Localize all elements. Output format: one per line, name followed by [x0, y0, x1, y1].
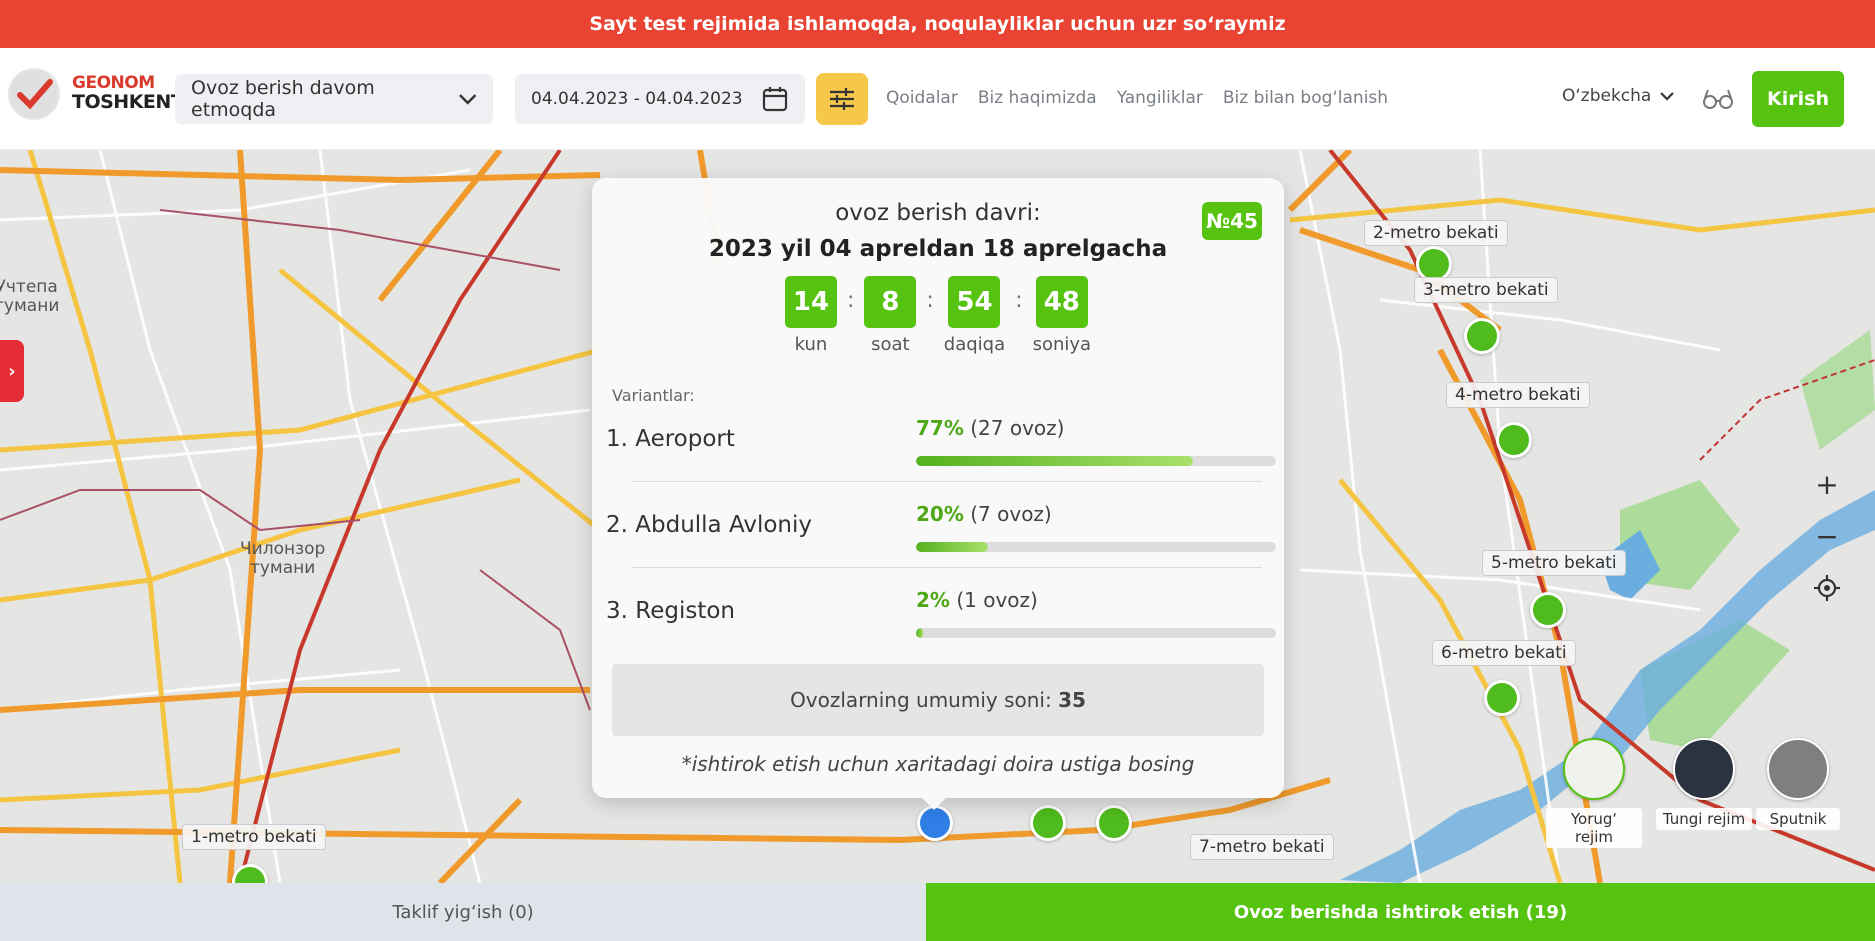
period-dates: 2023 yil 04 apreldan 18 aprelgacha	[708, 236, 1168, 262]
station-marker[interactable]	[1030, 805, 1066, 841]
countdown-minutes: 54 daqiqa	[944, 276, 1005, 355]
district-label: Чилонзор тумани	[240, 539, 326, 578]
option-result: 20% (7 ovoz)	[916, 502, 1052, 526]
total-votes: Ovozlarning umumiy soni: 35	[612, 664, 1264, 736]
divider	[632, 567, 1262, 568]
station-label: 5-metro bekati	[1482, 550, 1626, 576]
vote-option[interactable]: 3. Registon 2% (1 ovoz)	[606, 572, 1276, 656]
date-range-picker[interactable]: 04.04.2023 - 04.04.2023	[515, 74, 805, 124]
voting-status-value: Ovoz berish davom etmoqda	[191, 77, 375, 121]
station-label: 7-metro bekati	[1190, 834, 1334, 860]
nav-about[interactable]: Biz haqimizda	[978, 88, 1097, 108]
option-progress-bar	[916, 628, 1276, 638]
sidebar-toggle[interactable]: ›	[0, 340, 24, 402]
bottom-bar: Taklif yig‘ish (0) Ovoz berishda ishtiro…	[0, 883, 1875, 941]
station-label: 6-metro bekati	[1432, 640, 1576, 666]
countdown-separator: :	[846, 288, 855, 313]
period-label: ovoz berish davri:	[835, 200, 1041, 226]
district-label: Учтепа тумани	[0, 277, 60, 316]
main-nav: Qoidalar Biz haqimizda Yangiliklar Biz b…	[886, 88, 1388, 108]
option-name: 1. Aeroport	[606, 426, 735, 452]
zoom-out-button[interactable]: −	[1809, 518, 1845, 554]
station-label: 2-metro bekati	[1364, 220, 1508, 246]
zoom-in-button[interactable]: +	[1809, 466, 1845, 502]
plus-icon: +	[1815, 467, 1839, 501]
chevron-down-icon	[458, 94, 476, 105]
divider	[632, 481, 1262, 482]
option-result: 77% (27 ovoz)	[916, 416, 1065, 440]
crosshair-icon	[1814, 575, 1840, 601]
voting-status-select[interactable]: Ovoz berish davom etmoqda	[175, 74, 493, 124]
sliders-icon	[830, 88, 854, 110]
header: GEONOM TOSHKENT Ovoz berish davom etmoqd…	[0, 48, 1875, 150]
nav-rules[interactable]: Qoidalar	[886, 88, 958, 108]
voting-tab[interactable]: Ovoz berishda ishtirok etish (19)	[926, 883, 1875, 941]
chevron-right-icon: ›	[8, 360, 16, 382]
logo-check-icon	[8, 68, 60, 120]
station-label: 3-metro bekati	[1414, 277, 1558, 303]
station-marker[interactable]	[1496, 422, 1532, 458]
card-pointer	[920, 796, 948, 810]
option-result: 2% (1 ovoz)	[916, 588, 1038, 612]
light-map-thumbnail	[1563, 738, 1625, 800]
layer-dark[interactable]: Tungi rejim	[1656, 738, 1752, 830]
countdown-timer: 14 kun : 8 soat : 54 daqiqa : 48 soniya	[592, 276, 1284, 355]
station-marker[interactable]	[1484, 680, 1520, 716]
vote-option[interactable]: 2. Abdulla Avloniy 20% (7 ovoz)	[606, 486, 1276, 570]
option-progress-bar	[916, 542, 1276, 552]
station-label: 4-metro bekati	[1446, 382, 1590, 408]
layer-satellite[interactable]: Sputnik	[1756, 738, 1840, 830]
layer-light[interactable]: Yorug‘ rejim	[1546, 738, 1642, 848]
countdown-separator: :	[926, 288, 934, 313]
station-marker[interactable]	[1530, 592, 1566, 628]
option-name: 2. Abdulla Avloniy	[606, 512, 812, 538]
selected-station-marker[interactable]	[917, 805, 953, 841]
station-marker[interactable]	[1096, 805, 1132, 841]
language-select[interactable]: O‘zbekcha	[1562, 86, 1675, 106]
vote-option[interactable]: 1. Aeroport 77% (27 ovoz)	[606, 400, 1276, 484]
participation-hint: *ishtirok etish uchun xaritadagi doira u…	[681, 752, 1195, 776]
logo[interactable]: GEONOM TOSHKENT	[8, 68, 184, 120]
chevron-down-icon	[1660, 92, 1675, 101]
minus-icon: −	[1815, 519, 1839, 553]
station-label: 1-metro bekati	[182, 824, 326, 850]
countdown-seconds: 48 soniya	[1033, 276, 1091, 355]
total-votes-value: 35	[1058, 688, 1086, 712]
test-mode-banner: Sayt test rejimida ishlamoqda, noqulayli…	[0, 0, 1875, 48]
option-progress-bar	[916, 456, 1276, 466]
language-value: O‘zbekcha	[1562, 86, 1652, 106]
nav-news[interactable]: Yangiliklar	[1117, 88, 1203, 108]
satellite-map-thumbnail	[1767, 738, 1829, 800]
option-name: 3. Registon	[606, 598, 735, 624]
dark-map-thumbnail	[1673, 738, 1735, 800]
voting-card: №45 ovoz berish davri: 2023 yil 04 aprel…	[592, 178, 1284, 798]
logo-text-bottom: TOSHKENT	[72, 90, 184, 113]
date-range-value: 04.04.2023 - 04.04.2023	[531, 89, 743, 109]
countdown-hours: 8 soat	[864, 276, 917, 355]
calendar-icon	[762, 87, 788, 112]
filter-button[interactable]	[816, 73, 868, 125]
proposals-tab[interactable]: Taklif yig‘ish (0)	[0, 883, 926, 941]
countdown-days: 14 kun	[784, 276, 837, 355]
locate-button[interactable]	[1809, 570, 1845, 606]
banner-text: Sayt test rejimida ishlamoqda, noqulayli…	[589, 13, 1286, 35]
nav-contact[interactable]: Biz bilan bog‘lanish	[1223, 88, 1388, 108]
countdown-separator: :	[1015, 288, 1023, 313]
accessibility-glasses-icon[interactable]	[1702, 84, 1734, 112]
station-marker[interactable]	[1464, 318, 1500, 354]
login-button[interactable]: Kirish	[1752, 71, 1844, 127]
